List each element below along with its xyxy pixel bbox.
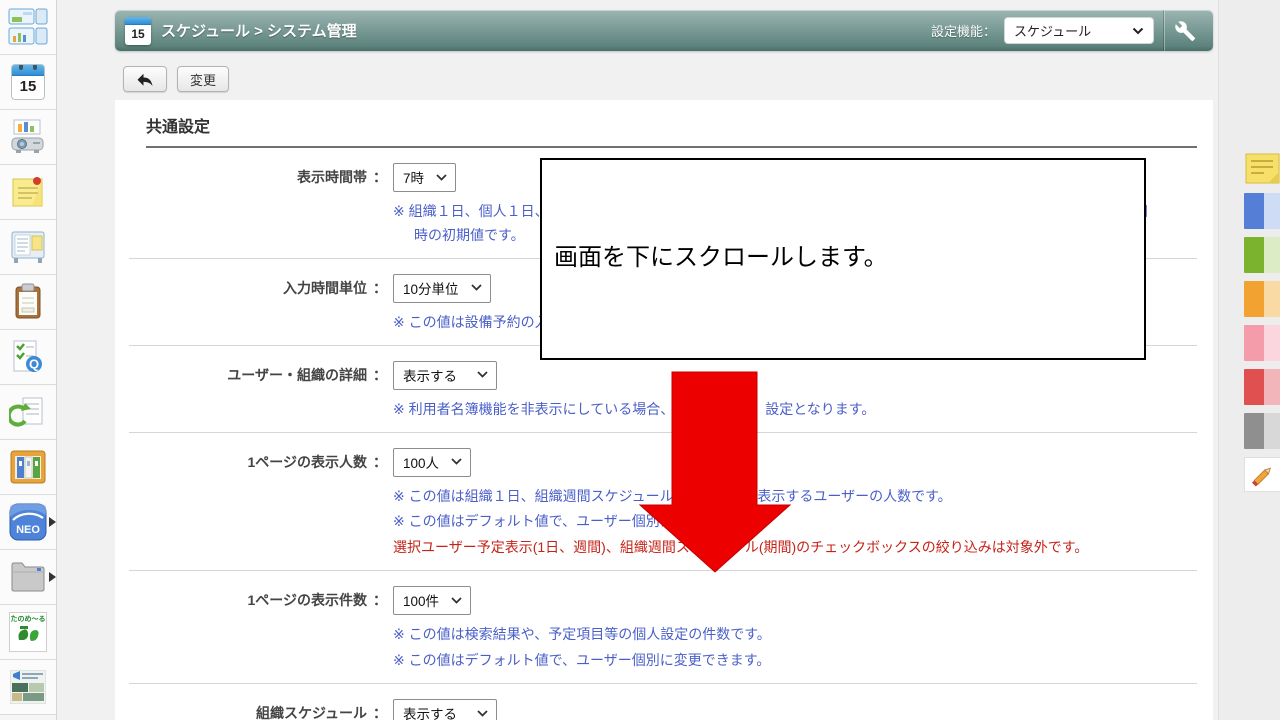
sidebar-item-circulation[interactable] [0, 385, 56, 440]
label-colon: ： [367, 361, 393, 419]
circulation-icon [9, 393, 47, 431]
pencil-icon [1248, 461, 1278, 489]
chevron-down-icon [471, 284, 482, 291]
expand-arrow-icon [49, 572, 56, 582]
sidebar-item-folder[interactable] [0, 550, 56, 605]
sticky-note-icon [1244, 152, 1280, 185]
chevron-down-icon [1132, 27, 1144, 35]
scroll-down-arrow [630, 368, 800, 576]
back-button[interactable] [123, 66, 167, 92]
expand-arrow-icon [49, 517, 56, 527]
setting-label: ユーザー・組織の詳細 [129, 361, 367, 419]
wrench-icon [1174, 20, 1196, 42]
module-header-bar: 15 スケジュール > システム管理 設定機能： スケジュール [115, 10, 1213, 51]
portal-icon [8, 8, 48, 46]
setting-row-items-per-page: 1ページの表示件数 ： 100件 ※ この値は検索結果や、予定項目等の個人設定の… [129, 571, 1197, 684]
display-timezone-select[interactable]: 7時 [393, 163, 456, 192]
color-swatch-gray[interactable] [1244, 413, 1280, 449]
sidebar-item-survey[interactable]: Q [0, 330, 56, 385]
change-button[interactable]: 変更 [177, 66, 229, 92]
setting-note: ※ この値はデフォルト値で、ユーザー個別に変更できます。 [393, 651, 1197, 670]
chevron-down-icon [451, 458, 462, 465]
setting-label: 1ページの表示件数 [129, 586, 367, 670]
banner-ad-icon [10, 670, 46, 704]
settings-function-value: スケジュール [1014, 21, 1091, 40]
left-app-sidebar: 15 [0, 0, 57, 720]
chevron-down-icon [436, 174, 447, 181]
org-schedule-select[interactable]: 表示する [393, 699, 497, 720]
color-swatch-green[interactable] [1244, 237, 1280, 273]
chevron-down-icon [477, 371, 488, 378]
memo-note-icon [10, 174, 46, 210]
sidebar-item-banner[interactable] [0, 660, 56, 715]
sidebar-item-facility-reservation[interactable] [0, 110, 56, 165]
tanomail-logo-icon: たのめ～る [9, 612, 47, 652]
select-value: 100件 [403, 590, 439, 610]
setting-label: 表示時間帯 [129, 163, 367, 245]
setting-label: 組織スケジュール [129, 699, 367, 720]
schedule-module-icon: 15 [125, 17, 151, 45]
sidebar-item-schedule[interactable]: 15 [0, 55, 56, 110]
label-colon: ： [367, 163, 393, 245]
input-time-unit-select[interactable]: 10分単位 [393, 274, 491, 303]
color-swatch-orange[interactable] [1244, 281, 1280, 317]
facility-projector-icon [9, 118, 47, 156]
items-per-page-select[interactable]: 100件 [393, 586, 471, 615]
label-colon: ： [367, 274, 393, 332]
setting-row-org-schedule: 組織スケジュール ： 表示する ※ この値は組織１日、組織週間スケジュールで、組… [129, 684, 1197, 720]
settings-function-label: 設定機能： [931, 21, 996, 40]
section-title: 共通設定 [146, 113, 1197, 148]
app-window: 15 [0, 0, 1280, 720]
cabinet-binders-icon [8, 448, 48, 486]
color-swatch-pink[interactable] [1244, 325, 1280, 361]
label-colon: ： [367, 448, 393, 558]
setting-label: 1ページの表示人数 [129, 448, 367, 558]
sidebar-item-portal[interactable] [0, 0, 56, 55]
sidebar-item-cabinet[interactable] [0, 440, 56, 495]
sidebar-item-neo[interactable]: NEO [0, 495, 56, 550]
chevron-down-icon [451, 597, 462, 604]
sidebar-item-tanomail[interactable]: たのめ～る [0, 605, 56, 660]
sticky-note-button[interactable] [1244, 152, 1280, 190]
label-colon: ： [367, 586, 393, 670]
color-swatch-red[interactable] [1244, 369, 1280, 405]
chevron-down-icon [477, 710, 488, 717]
back-arrow-icon [136, 71, 154, 87]
neo-label: NEO [16, 524, 40, 536]
folder-icon [8, 559, 48, 595]
select-value: 表示する [403, 365, 465, 385]
label-colon: ： [367, 699, 393, 720]
survey-checklist-icon: Q [9, 338, 47, 376]
sidebar-item-memo[interactable] [0, 165, 56, 220]
select-value: 10分単位 [403, 278, 459, 298]
right-palette-sidebar [1218, 0, 1280, 720]
users-per-page-select[interactable]: 100人 [393, 448, 471, 477]
bulletin-board-icon [9, 228, 47, 266]
settings-wrench-button[interactable] [1165, 10, 1205, 51]
annotation-box: 画面を下にスクロールします。 [540, 158, 1146, 360]
breadcrumb: スケジュール > システム管理 [161, 20, 931, 41]
edit-pencil-button[interactable] [1244, 457, 1280, 492]
select-value: 100人 [403, 452, 439, 472]
clipboard-icon [9, 283, 47, 321]
setting-label: 入力時間単位 [129, 274, 367, 332]
survey-q-letter: Q [29, 357, 39, 372]
setting-note: ※ この値は検索結果や、予定項目等の個人設定の件数です。 [393, 625, 1197, 644]
color-swatch-blue[interactable] [1244, 193, 1280, 229]
annotation-text: 画面を下にスクロールします。 [554, 237, 888, 272]
toolbar: 変更 [123, 66, 229, 92]
select-value: 7時 [403, 167, 424, 187]
settings-function-select[interactable]: スケジュール [1004, 17, 1154, 44]
user-org-detail-select[interactable]: 表示する [393, 361, 497, 390]
sidebar-item-bulletin-board[interactable] [0, 220, 56, 275]
schedule-calendar-icon: 15 [11, 64, 45, 100]
neo-app-icon: NEO [9, 503, 47, 541]
select-value: 表示する [403, 703, 465, 720]
sidebar-item-clipboard[interactable] [0, 275, 56, 330]
